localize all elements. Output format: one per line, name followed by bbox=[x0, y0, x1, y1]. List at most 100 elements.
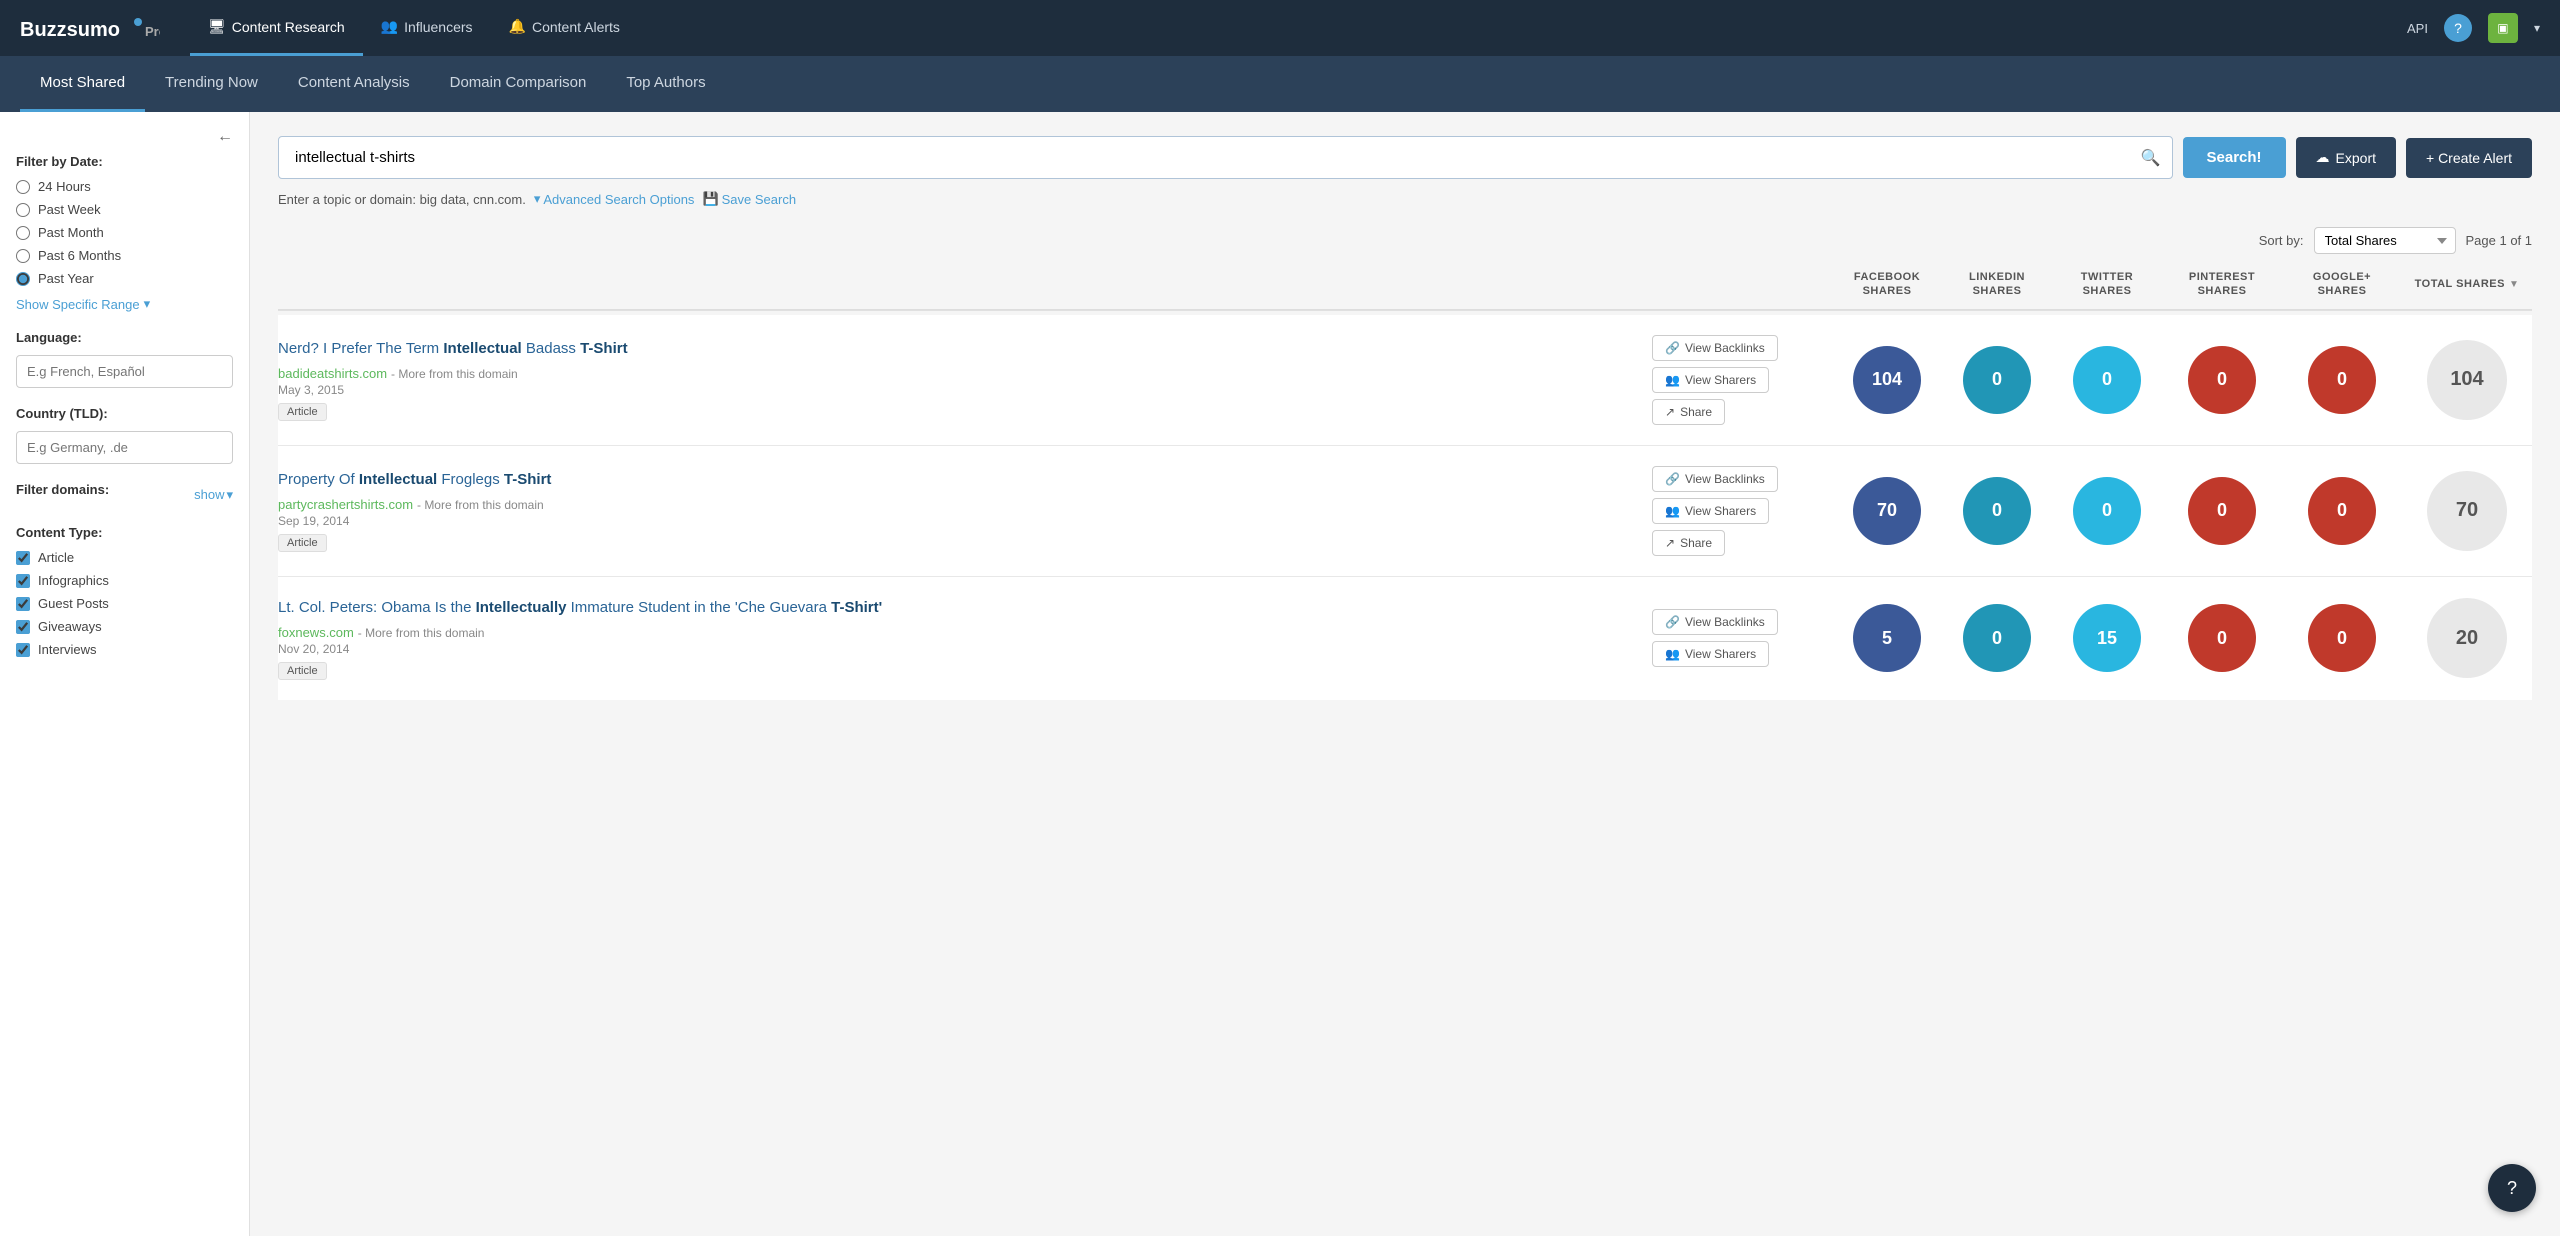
subnav-trending-now[interactable]: Trending Now bbox=[145, 56, 278, 112]
radio-24h[interactable]: 24 Hours bbox=[16, 179, 233, 194]
article-domain-link-3[interactable]: foxnews.com bbox=[278, 625, 354, 640]
radio-week-input[interactable] bbox=[16, 203, 30, 217]
col-header-actions bbox=[1652, 270, 1832, 299]
radio-past-week[interactable]: Past Week bbox=[16, 202, 233, 217]
col-header-facebook: FACEBOOKSHARES bbox=[1832, 270, 1942, 299]
question-icon: ? bbox=[2454, 20, 2462, 36]
view-sharers-button-2[interactable]: 👥 View Sharers bbox=[1652, 498, 1769, 524]
article-domain-row-3: foxnews.com - More from this domain bbox=[278, 624, 1636, 640]
api-link[interactable]: API bbox=[2407, 21, 2428, 36]
country-input[interactable] bbox=[16, 431, 233, 464]
checkbox-infographics[interactable]: Infographics bbox=[16, 573, 233, 588]
share-button-2[interactable]: ↗ Share bbox=[1652, 530, 1725, 556]
view-sharers-button-1[interactable]: 👥 View Sharers bbox=[1652, 367, 1769, 393]
linkedin-shares-1: 0 bbox=[1942, 346, 2052, 414]
google-shares-3: 0 bbox=[2282, 604, 2402, 672]
brand-logo[interactable]: Buzzsumo Pro bbox=[20, 14, 160, 42]
checkbox-guest-posts-input[interactable] bbox=[16, 597, 30, 611]
total-circle-1: 104 bbox=[2427, 340, 2507, 420]
article-domain-row-1: badideatshirts.com - More from this doma… bbox=[278, 365, 1636, 381]
save-search-link[interactable]: 💾 Save Search bbox=[702, 191, 796, 207]
upload-icon: ☁ bbox=[2316, 149, 2330, 166]
filter-domains-row: Filter domains: show ▾ bbox=[16, 482, 233, 507]
view-backlinks-button-1[interactable]: 🔗 View Backlinks bbox=[1652, 335, 1778, 361]
article-title-2[interactable]: Property Of Intellectual Froglegs T-Shir… bbox=[278, 469, 1636, 490]
view-backlinks-button-3[interactable]: 🔗 View Backlinks bbox=[1652, 609, 1778, 635]
floating-help-button[interactable]: ? bbox=[2488, 1164, 2536, 1212]
checkbox-interviews-input[interactable] bbox=[16, 643, 30, 657]
view-backlinks-button-2[interactable]: 🔗 View Backlinks bbox=[1652, 466, 1778, 492]
range-chevron-icon: ▾ bbox=[144, 296, 151, 312]
article-tag-3: Article bbox=[278, 662, 327, 680]
checkbox-article[interactable]: Article bbox=[16, 550, 233, 565]
radio-past-6months[interactable]: Past 6 Months bbox=[16, 248, 233, 263]
dropdown-arrow[interactable]: ▾ bbox=[2534, 21, 2540, 35]
subnav-top-authors[interactable]: Top Authors bbox=[606, 56, 725, 112]
date-radio-group: 24 Hours Past Week Past Month Past 6 Mon… bbox=[16, 179, 233, 286]
article-title-3[interactable]: Lt. Col. Peters: Obama Is the Intellectu… bbox=[278, 597, 1636, 618]
share-icon-2: ↗ bbox=[1665, 536, 1675, 550]
help-float-icon: ? bbox=[2507, 1178, 2517, 1199]
bell-icon: 🔔 bbox=[509, 18, 526, 35]
main-content: 🔍 Search! ☁ Export + Create Alert Enter … bbox=[250, 112, 2560, 1236]
google-shares-1: 0 bbox=[2282, 346, 2402, 414]
search-icon-button[interactable]: 🔍 bbox=[2141, 148, 2161, 168]
subnav-most-shared[interactable]: Most Shared bbox=[20, 56, 145, 112]
facebook-circle-2: 70 bbox=[1853, 477, 1921, 545]
subnav-domain-comparison[interactable]: Domain Comparison bbox=[430, 56, 607, 112]
search-button[interactable]: Search! bbox=[2183, 137, 2286, 178]
sidebar-toggle[interactable]: ← bbox=[16, 128, 233, 146]
nav-content-alerts[interactable]: 🔔 Content Alerts bbox=[491, 0, 638, 56]
create-alert-button[interactable]: + Create Alert bbox=[2406, 138, 2532, 178]
export-button[interactable]: ☁ Export bbox=[2296, 137, 2396, 178]
nav-influencers[interactable]: 👥 Influencers bbox=[363, 0, 491, 56]
show-specific-range-link[interactable]: Show Specific Range ▾ bbox=[16, 296, 233, 312]
share-icon-1: ↗ bbox=[1665, 405, 1675, 419]
page-layout: ← Filter by Date: 24 Hours Past Week Pas… bbox=[0, 112, 2560, 1236]
collapse-sidebar-button[interactable]: ← bbox=[217, 128, 233, 146]
search-input[interactable] bbox=[278, 136, 2173, 179]
link-icon-1: 🔗 bbox=[1665, 341, 1680, 355]
show-domains-link[interactable]: show ▾ bbox=[194, 487, 233, 503]
radio-24h-input[interactable] bbox=[16, 180, 30, 194]
nav-content-research[interactable]: 🖥 Content Research bbox=[190, 0, 363, 56]
article-domain-suffix-2: - More from this domain bbox=[417, 498, 544, 512]
people-icon: 👥 bbox=[381, 18, 398, 35]
google-circle-1: 0 bbox=[2308, 346, 2376, 414]
search-input-wrapper: 🔍 bbox=[278, 136, 2173, 179]
radio-past-month[interactable]: Past Month bbox=[16, 225, 233, 240]
checkbox-infographics-input[interactable] bbox=[16, 574, 30, 588]
radio-6months-input[interactable] bbox=[16, 249, 30, 263]
radio-past-year[interactable]: Past Year bbox=[16, 271, 233, 286]
checkbox-article-input[interactable] bbox=[16, 551, 30, 565]
filter-domains-label: Filter domains: bbox=[16, 482, 109, 497]
article-domain-link-2[interactable]: partycrashertshirts.com bbox=[278, 497, 413, 512]
article-tag-1: Article bbox=[278, 403, 327, 421]
pinterest-circle-1: 0 bbox=[2188, 346, 2256, 414]
checkbox-giveaways-input[interactable] bbox=[16, 620, 30, 634]
sort-select[interactable]: Total Shares Facebook Shares Twitter Sha… bbox=[2314, 227, 2456, 254]
help-icon-button[interactable]: ? bbox=[2444, 14, 2472, 42]
col-header-total-shares[interactable]: TOTAL SHARES bbox=[2402, 270, 2532, 299]
user-avatar-button[interactable]: ▣ bbox=[2488, 13, 2518, 43]
share-button-1[interactable]: ↗ Share bbox=[1652, 399, 1725, 425]
article-info-3: Lt. Col. Peters: Obama Is the Intellectu… bbox=[278, 597, 1652, 680]
pinterest-circle-2: 0 bbox=[2188, 477, 2256, 545]
filter-date-section: Filter by Date: 24 Hours Past Week Past … bbox=[16, 154, 233, 312]
article-title-1[interactable]: Nerd? I Prefer The Term Intellectual Bad… bbox=[278, 338, 1636, 359]
view-sharers-button-3[interactable]: 👥 View Sharers bbox=[1652, 641, 1769, 667]
language-input[interactable] bbox=[16, 355, 233, 388]
linkedin-circle-3: 0 bbox=[1963, 604, 2031, 672]
article-domain-link-1[interactable]: badideatshirts.com bbox=[278, 366, 387, 381]
subnav-content-analysis[interactable]: Content Analysis bbox=[278, 56, 430, 112]
article-date-1: May 3, 2015 bbox=[278, 383, 1636, 397]
radio-month-input[interactable] bbox=[16, 226, 30, 240]
checkbox-giveaways[interactable]: Giveaways bbox=[16, 619, 233, 634]
advanced-search-link[interactable]: ▾ Advanced Search Options bbox=[534, 191, 695, 207]
google-shares-2: 0 bbox=[2282, 477, 2402, 545]
checkbox-guest-posts[interactable]: Guest Posts bbox=[16, 596, 233, 611]
checkbox-interviews[interactable]: Interviews bbox=[16, 642, 233, 657]
sharers-icon-1: 👥 bbox=[1665, 373, 1680, 387]
radio-year-input[interactable] bbox=[16, 272, 30, 286]
top-nav-right: API ? ▣ ▾ bbox=[2407, 13, 2540, 43]
